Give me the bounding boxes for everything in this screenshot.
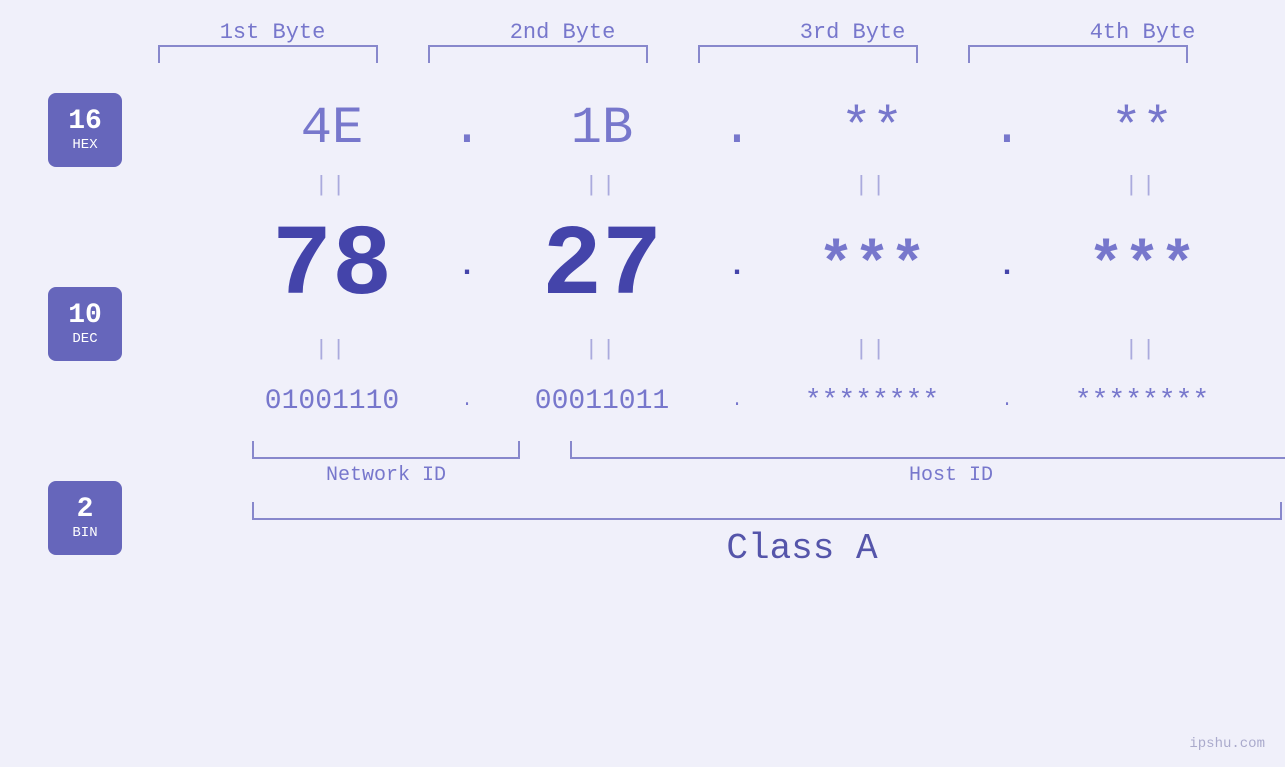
hex-b3: ** <box>762 99 982 158</box>
dec-b1: 78 <box>222 211 442 324</box>
content-area: 16 HEX 10 DEC 2 BIN 4E . 1B . ** . ** <box>0 83 1285 569</box>
dec-badge-num: 10 <box>68 301 102 332</box>
dec-dot1: . <box>442 250 492 284</box>
dec-badge: 10 DEC <box>48 287 122 361</box>
watermark: ipshu.com <box>1189 736 1265 752</box>
network-bracket <box>252 441 520 459</box>
equals-2: || || || || <box>122 334 1285 364</box>
host-id-label: Host ID <box>570 464 1285 487</box>
network-id-label: Network ID <box>252 464 520 487</box>
hex-badge: 16 HEX <box>48 93 122 167</box>
hex-row: 4E . 1B . ** . ** <box>122 88 1285 168</box>
bottom-section: Network ID Host ID Class A <box>252 441 1285 569</box>
dec-row: 78 . 27 . *** . *** <box>122 202 1285 332</box>
dec-b3: *** <box>762 233 982 301</box>
hex-b4: ** <box>1032 99 1252 158</box>
main-container: 1st Byte 2nd Byte 3rd Byte 4th Byte 16 H… <box>0 0 1285 767</box>
big-bracket-row <box>252 502 1285 520</box>
bracket-b4 <box>968 45 1188 63</box>
hex-dot2: . <box>712 99 762 158</box>
bin-b1: 01001110 <box>222 386 442 417</box>
bottom-brackets <box>252 441 1285 459</box>
bin-dot1: . <box>442 391 492 411</box>
dec-b2: 27 <box>492 211 712 324</box>
bracket-b3 <box>698 45 918 63</box>
bin-dot2: . <box>712 391 762 411</box>
hex-b2: 1B <box>492 99 712 158</box>
equals-1: || || || || <box>122 170 1285 200</box>
dec-badge-label: DEC <box>72 331 97 347</box>
bin-dot3: . <box>982 391 1032 411</box>
hex-badge-num: 16 <box>68 107 102 138</box>
bin-badge-label: BIN <box>72 525 97 541</box>
hex-b1: 4E <box>222 99 442 158</box>
bin-badge-num: 2 <box>77 495 94 526</box>
dec-dot3: . <box>982 250 1032 284</box>
hex-badge-label: HEX <box>72 137 97 153</box>
hex-dot1: . <box>442 99 492 158</box>
byte3-header: 3rd Byte <box>743 20 963 45</box>
hex-dot3: . <box>982 99 1032 158</box>
byte2-header: 2nd Byte <box>453 20 673 45</box>
byte1-header: 1st Byte <box>163 20 383 45</box>
bin-b3: ******** <box>762 386 982 417</box>
class-label: Class A <box>252 528 1285 569</box>
bracket-b2 <box>428 45 648 63</box>
bin-b4: ******** <box>1032 386 1252 417</box>
dec-b4: *** <box>1032 233 1252 301</box>
bottom-labels: Network ID Host ID <box>252 464 1285 487</box>
byte-headers: 1st Byte 2nd Byte 3rd Byte 4th Byte <box>158 20 1258 45</box>
class-bracket <box>252 502 1282 520</box>
host-bracket <box>570 441 1285 459</box>
bin-b2: 00011011 <box>492 386 712 417</box>
bracket-b1 <box>158 45 378 63</box>
bin-badge: 2 BIN <box>48 481 122 555</box>
byte4-header: 4th Byte <box>1033 20 1253 45</box>
top-brackets <box>158 45 1258 63</box>
dec-dot2: . <box>712 250 762 284</box>
data-rows: 4E . 1B . ** . ** || || || || 78 <box>122 83 1285 569</box>
badges-column: 16 HEX 10 DEC 2 BIN <box>0 83 122 555</box>
bin-row: 01001110 . 00011011 . ******** . *******… <box>122 366 1285 436</box>
